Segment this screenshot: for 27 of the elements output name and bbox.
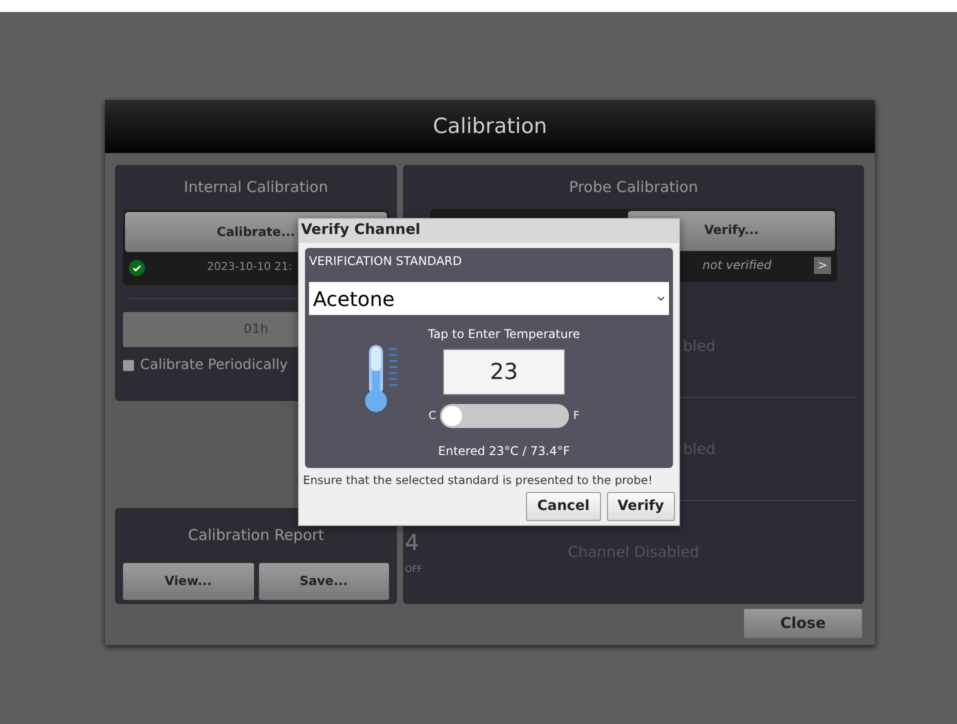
channel-state: OFF bbox=[405, 564, 424, 577]
temperature-field[interactable]: 23 bbox=[443, 349, 565, 395]
unit-label: F bbox=[573, 408, 580, 424]
panel-title: Internal Calibration bbox=[184, 177, 328, 198]
section-label: VERIFICATION STANDARD bbox=[309, 253, 463, 269]
report-button[interactable]: View... bbox=[123, 563, 254, 600]
unit-label: C bbox=[428, 408, 436, 424]
panel-title: Calibration Report bbox=[188, 525, 324, 546]
dialog-button[interactable]: Verify bbox=[606, 492, 675, 522]
toggle-thumb[interactable] bbox=[442, 406, 462, 426]
channel-number: 4 bbox=[405, 532, 420, 556]
dialog-button[interactable]: Cancel bbox=[526, 492, 601, 522]
standard-select[interactable]: Acetone bbox=[309, 282, 669, 315]
chevron-icon bbox=[657, 296, 665, 301]
prompt-text: Tap to Enter Temperature bbox=[428, 326, 580, 343]
unit-toggle[interactable] bbox=[440, 404, 570, 428]
entered-value-text: Entered 23°C / 73.4°F bbox=[438, 443, 570, 460]
status-text: not verified bbox=[702, 257, 772, 274]
report-button[interactable]: Save... bbox=[258, 563, 389, 600]
close-button[interactable]: Close bbox=[744, 609, 862, 638]
instruction-text: Ensure that the selected standard is presented to the probe! bbox=[302, 472, 654, 489]
window-title: Calibration bbox=[432, 112, 548, 140]
panel-title: Probe Calibration bbox=[569, 176, 698, 198]
status-text: 2023-10-10 21: bbox=[207, 259, 292, 276]
details-button[interactable]: > bbox=[814, 256, 831, 274]
checkbox-label: Calibrate Periodically bbox=[140, 356, 288, 375]
checkbox[interactable] bbox=[123, 360, 134, 371]
